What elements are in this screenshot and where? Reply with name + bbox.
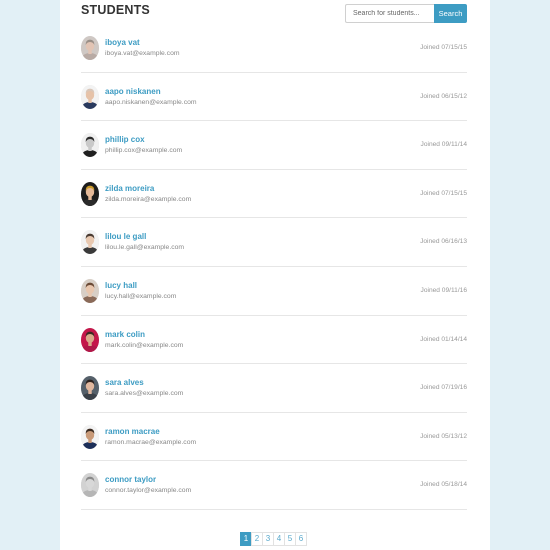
student-joined-date: Joined 06/15/12	[420, 92, 467, 100]
student-joined-date: Joined 05/13/12	[420, 432, 467, 440]
student-email: phillip.cox@example.com	[105, 147, 183, 155]
student-name[interactable]: lilou le gall	[105, 232, 146, 241]
student-email: ramon.macrae@example.com	[105, 438, 197, 446]
student-avatar	[81, 230, 99, 255]
student-name[interactable]: ramon macrae	[105, 427, 160, 436]
student-row[interactable]: connor taylor connor.taylor@example.com Jo…	[81, 461, 467, 510]
page-title: STUDENTS	[81, 3, 150, 17]
student-name[interactable]: iboya vat	[105, 38, 140, 47]
student-email: iboya.vat@example.com	[105, 50, 180, 57]
student-name[interactable]: phillip cox	[105, 135, 145, 144]
student-email: lucy.hall@example.com	[105, 292, 177, 300]
student-row[interactable]: lucy hall lucy.hall@example.com Joined 09/…	[81, 267, 467, 316]
student-name[interactable]: sara alves	[105, 378, 144, 387]
student-row[interactable]: phillip cox phillip.cox@example.com Joined…	[81, 121, 467, 170]
student-email: connor.taylor@example.com	[105, 487, 192, 495]
student-name[interactable]: mark colin	[105, 330, 145, 339]
student-avatar	[81, 376, 99, 401]
student-avatar	[81, 36, 99, 60]
student-joined-date: Joined 07/19/16	[420, 384, 467, 392]
student-row[interactable]: mark colin mark.colin@example.com Joined 0…	[81, 316, 467, 365]
student-joined-date: Joined 07/15/15	[420, 189, 467, 197]
student-avatar	[81, 327, 99, 352]
student-name[interactable]: lucy hall	[105, 281, 137, 290]
student-name[interactable]: zilda moreira	[105, 184, 154, 193]
student-avatar	[81, 84, 99, 109]
student-row[interactable]: sara alves sara.alves@example.com Joined 0…	[81, 364, 467, 413]
student-email: zilda.moreira@example.com	[105, 195, 192, 203]
student-name[interactable]: connor taylor	[105, 475, 156, 484]
student-avatar	[81, 473, 99, 498]
student-avatar	[81, 133, 99, 158]
student-joined-date: Joined 01/14/14	[420, 335, 467, 343]
student-avatar	[81, 424, 99, 449]
student-joined-date: Joined 09/11/14	[420, 141, 467, 149]
students-panel: STUDENTS Search iboya vat iboya.vat@examp…	[60, 0, 490, 550]
student-email: lilou.le.gall@example.com	[105, 244, 185, 252]
student-joined-date: Joined 06/16/13	[420, 238, 467, 246]
student-avatar	[81, 278, 99, 303]
student-joined-date: Joined 09/11/16	[420, 286, 467, 294]
pagination: 123456	[240, 532, 307, 546]
student-row[interactable]: ramon macrae ramon.macrae@example.com Join…	[81, 413, 467, 462]
student-joined-date: Joined 05/18/14	[420, 481, 467, 489]
student-row[interactable]: aapo niskanen aapo.niskanen@example.com Jo…	[81, 73, 467, 122]
student-email: aapo.niskanen@example.com	[105, 98, 197, 106]
student-row[interactable]: iboya vat iboya.vat@example.com Joined 07/…	[81, 24, 467, 73]
student-email: mark.colin@example.com	[105, 341, 184, 349]
search-button[interactable]: Search	[434, 4, 467, 23]
student-list: iboya vat iboya.vat@example.com Joined 07/…	[81, 24, 467, 510]
student-row[interactable]: lilou le gall lilou.le.gall@example.com Jo…	[81, 218, 467, 267]
student-email: sara.alves@example.com	[105, 390, 184, 398]
student-joined-date: Joined 07/15/15	[420, 44, 467, 51]
student-avatar	[81, 181, 99, 206]
search-input[interactable]	[345, 4, 434, 23]
student-name[interactable]: aapo niskanen	[105, 87, 161, 96]
student-row[interactable]: zilda moreira zilda.moreira@example.com Jo…	[81, 170, 467, 219]
page-button[interactable]: 6	[295, 532, 307, 546]
